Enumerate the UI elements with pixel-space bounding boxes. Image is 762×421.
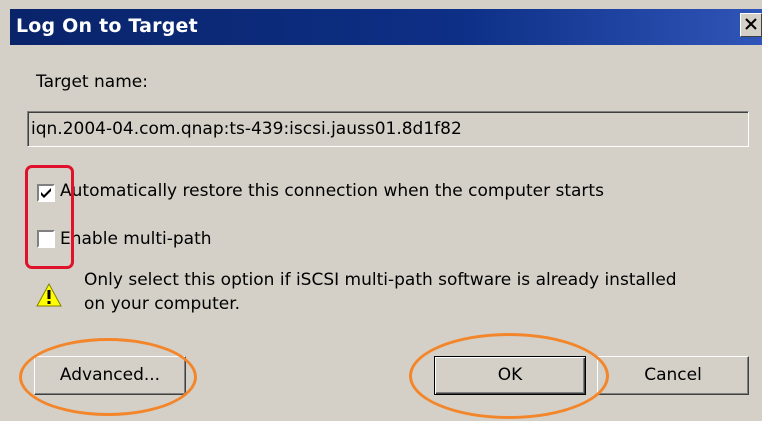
advanced-highlight-ring [19,338,197,416]
ok-highlight-ring [409,333,609,419]
target-name-field[interactable]: iqn.2004-04.com.qnap:ts-439:iscsi.jauss0… [27,111,749,147]
window-title: Log On to Target [16,15,198,37]
checkbox-highlight-box [25,165,74,269]
warning-line-1: Only select this option if iSCSI multi-p… [84,270,677,290]
close-button[interactable] [740,13,762,37]
warning-icon [36,283,62,307]
target-name-value: iqn.2004-04.com.qnap:ts-439:iscsi.jauss0… [31,119,462,139]
auto-restore-label[interactable]: Automatically restore this connection wh… [60,181,604,201]
log-on-to-target-dialog: Log On to Target Target name: iqn.2004-0… [0,0,762,421]
warning-line-2: on your computer. [84,294,241,314]
close-icon [745,18,757,30]
cancel-button[interactable]: Cancel [597,356,749,395]
multi-path-warning: Only select this option if iSCSI multi-p… [84,268,677,316]
multi-path-label[interactable]: Enable multi-path [60,229,212,249]
title-bar[interactable]: Log On to Target [10,9,762,45]
target-name-label: Target name: [36,72,148,92]
